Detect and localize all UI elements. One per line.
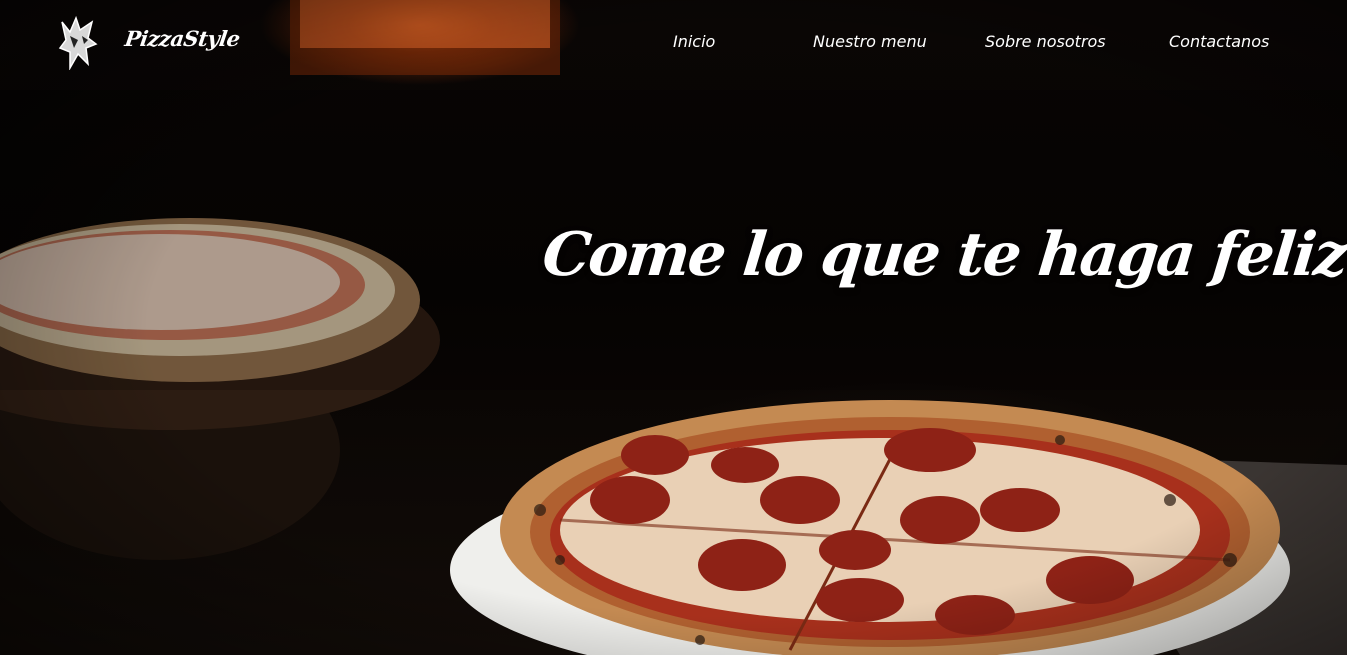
nav-item-contactanos[interactable]: Contactanos [1169,32,1269,51]
brand-name[interactable]: PizzaStyle [123,26,241,51]
hero-section: PizzaStyle Inicio Nuestro menu Sobre nos… [0,0,1347,655]
nav-item-inicio[interactable]: Inicio [673,32,715,51]
pizza-background-image [0,0,1347,655]
wolf-head-icon[interactable] [56,14,100,71]
nav-item-nuestro-menu[interactable]: Nuestro menu [813,32,927,51]
nav-item-sobre-nosotros[interactable]: Sobre nosotros [985,32,1106,51]
top-navigation: PizzaStyle Inicio Nuestro menu Sobre nos… [0,0,1347,86]
hero-headline: Come lo que te haga feliz [539,220,1347,290]
